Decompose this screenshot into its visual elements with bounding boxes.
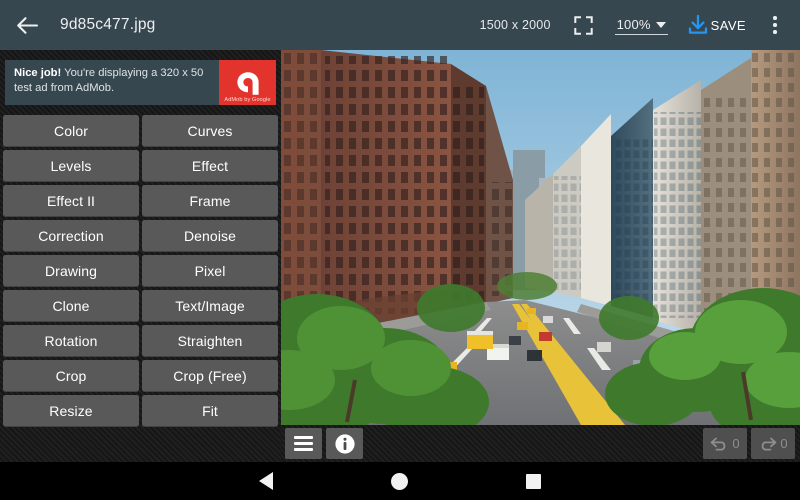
tools-panel: Nice job! You're displaying a 320 x 50 t… bbox=[0, 50, 281, 462]
hamburger-menu-icon[interactable] bbox=[285, 428, 322, 459]
redo-button[interactable]: 0 bbox=[751, 428, 795, 459]
tool-button-levels[interactable]: Levels bbox=[3, 150, 139, 182]
top-toolbar: 9d85c477.jpg 1500 x 2000 100% SAVE bbox=[0, 0, 800, 50]
tool-button-label: Frame bbox=[189, 193, 231, 209]
tool-button-label: Clone bbox=[52, 298, 90, 314]
back-arrow-icon[interactable] bbox=[0, 0, 54, 50]
tool-button-label: Rotation bbox=[44, 333, 98, 349]
tool-button-crop[interactable]: Crop bbox=[3, 360, 139, 392]
toolbar-actions: 1500 x 2000 100% SAVE bbox=[480, 0, 800, 50]
tool-button-color[interactable]: Color bbox=[3, 115, 139, 147]
tool-button-pixel[interactable]: Pixel bbox=[142, 255, 278, 287]
page-title: 9d85c477.jpg bbox=[60, 16, 156, 33]
tool-button-effect-ii[interactable]: Effect II bbox=[3, 185, 139, 217]
tool-button-label: Crop (Free) bbox=[173, 368, 247, 384]
redo-icon bbox=[762, 437, 777, 451]
undo-icon bbox=[711, 437, 726, 451]
tool-button-clone[interactable]: Clone bbox=[3, 290, 139, 322]
tool-button-effect[interactable]: Effect bbox=[142, 150, 278, 182]
android-back-icon[interactable] bbox=[259, 472, 273, 490]
image-canvas[interactable] bbox=[281, 50, 800, 425]
tool-button-label: Resize bbox=[49, 403, 93, 419]
android-navigation-bar bbox=[0, 462, 800, 500]
tool-button-curves[interactable]: Curves bbox=[142, 115, 278, 147]
tool-button-label: Text/Image bbox=[175, 298, 245, 314]
tool-button-grid: Color Curves Levels Effect Effect II Fra… bbox=[3, 115, 278, 427]
zoom-level-dropdown[interactable]: 100% bbox=[614, 16, 668, 35]
tool-button-label: Drawing bbox=[44, 263, 98, 279]
tool-button-rotation[interactable]: Rotation bbox=[3, 325, 139, 357]
chevron-down-icon bbox=[655, 22, 666, 28]
photo-editor-app: 9d85c477.jpg 1500 x 2000 100% SAVE Nice … bbox=[0, 0, 800, 500]
android-home-icon[interactable] bbox=[391, 472, 408, 490]
undo-button[interactable]: 0 bbox=[703, 428, 747, 459]
info-icon[interactable] bbox=[326, 428, 363, 459]
tool-button-label: Effect II bbox=[46, 193, 96, 209]
tool-button-crop-free[interactable]: Crop (Free) bbox=[142, 360, 278, 392]
tool-button-text-image[interactable]: Text/Image bbox=[142, 290, 278, 322]
tool-button-label: Denoise bbox=[183, 228, 237, 244]
image-dimensions: 1500 x 2000 bbox=[479, 18, 551, 32]
admob-ad-banner[interactable]: Nice job! You're displaying a 320 x 50 t… bbox=[5, 60, 276, 105]
tool-button-label: Color bbox=[54, 123, 88, 139]
tool-button-label: Fit bbox=[202, 403, 218, 419]
bottom-action-bar: 0 0 bbox=[281, 425, 800, 462]
ad-headline: Nice job! bbox=[14, 67, 62, 79]
overflow-menu-icon[interactable] bbox=[762, 5, 788, 45]
tool-button-label: Correction bbox=[38, 228, 104, 244]
admob-logo-icon bbox=[236, 71, 259, 95]
tool-button-drawing[interactable]: Drawing bbox=[3, 255, 139, 287]
tool-button-label: Pixel bbox=[194, 263, 226, 279]
tool-button-fit[interactable]: Fit bbox=[142, 395, 278, 427]
zoom-level-value: 100% bbox=[616, 16, 651, 32]
tool-button-label: Straighten bbox=[177, 333, 243, 349]
tool-button-label: Effect bbox=[191, 158, 229, 174]
tool-button-label: Curves bbox=[187, 123, 233, 139]
redo-count: 0 bbox=[780, 436, 788, 451]
tool-button-label: Crop bbox=[55, 368, 87, 384]
tool-button-label: Levels bbox=[50, 158, 92, 174]
ad-text: Nice job! You're displaying a 320 x 50 t… bbox=[5, 60, 219, 105]
tool-button-frame[interactable]: Frame bbox=[142, 185, 278, 217]
save-button[interactable]: SAVE bbox=[686, 13, 746, 37]
tool-button-resize[interactable]: Resize bbox=[3, 395, 139, 427]
save-button-label: SAVE bbox=[710, 17, 746, 33]
tool-button-denoise[interactable]: Denoise bbox=[142, 220, 278, 252]
history-controls: 0 0 bbox=[703, 428, 800, 459]
tool-button-straighten[interactable]: Straighten bbox=[142, 325, 278, 357]
ad-attribution: AdMob by Google bbox=[224, 96, 271, 103]
fullscreen-icon[interactable] bbox=[569, 10, 599, 40]
admob-logo: AdMob by Google bbox=[219, 60, 276, 105]
undo-count: 0 bbox=[732, 436, 740, 451]
download-icon bbox=[688, 14, 707, 34]
tool-button-correction[interactable]: Correction bbox=[3, 220, 139, 252]
android-recents-icon[interactable] bbox=[526, 473, 541, 489]
